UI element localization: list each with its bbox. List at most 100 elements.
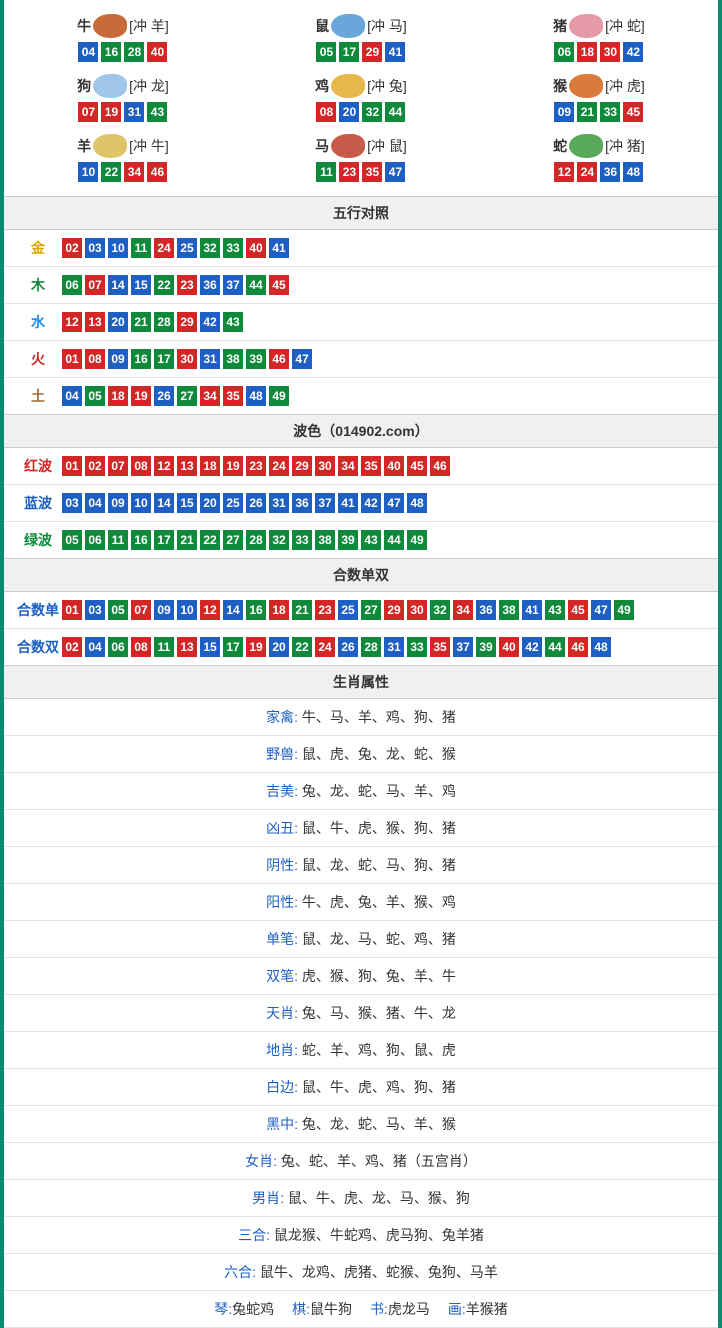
number-ball: 16 (131, 530, 151, 550)
number-ball: 19 (246, 637, 266, 657)
zodiac-clash: [冲 羊] (129, 16, 169, 36)
zodiac-name: 鼠 (315, 16, 329, 36)
zodiac-icon (93, 14, 127, 38)
row-label: 金 (14, 238, 62, 258)
row-label: 绿波 (14, 530, 62, 550)
attr-row: 凶丑: 鼠、牛、虎、猴、狗、猪 (4, 810, 718, 847)
zodiac-icon (331, 14, 365, 38)
number-ball: 34 (453, 600, 473, 620)
bose-table: 红波 0102070812131819232429303435404546 蓝波… (4, 448, 718, 558)
row-label: 红波 (14, 456, 62, 476)
number-ball: 44 (384, 530, 404, 550)
number-ball: 30 (600, 42, 620, 62)
number-ball: 09 (154, 600, 174, 620)
four-group: 琴:兔蛇鸡 (214, 1299, 274, 1319)
number-ball: 46 (568, 637, 588, 657)
number-ball: 41 (385, 42, 405, 62)
number-ball: 42 (200, 312, 220, 332)
number-ball: 24 (315, 637, 335, 657)
number-ball: 17 (339, 42, 359, 62)
number-ball: 24 (154, 238, 174, 258)
number-ball: 12 (62, 312, 82, 332)
zodiac-clash: [冲 猪] (605, 136, 645, 156)
number-ball: 26 (154, 386, 174, 406)
number-ball: 11 (108, 530, 128, 550)
number-ball: 18 (108, 386, 128, 406)
four-label: 棋: (292, 1301, 310, 1317)
zodiac-clash: [冲 龙] (129, 76, 169, 96)
ball-row: 05172941 (242, 42, 480, 62)
number-ball: 05 (62, 530, 82, 550)
zodiac-name: 蛇 (553, 136, 567, 156)
attr-value: 鼠、龙、蛇、马、狗、猪 (302, 857, 456, 873)
ball-row: 0103050709101214161821232527293032343638… (62, 600, 634, 620)
ball-row: 03040910141520252631363741424748 (62, 493, 427, 513)
attr-row: 家禽: 牛、马、羊、鸡、狗、猪 (4, 699, 718, 736)
section-heshu-header: 合数单双 (4, 558, 718, 592)
number-ball: 10 (131, 493, 151, 513)
number-ball: 02 (62, 238, 82, 258)
attr-label: 单笔: (266, 931, 298, 947)
attr-value: 牛、虎、兔、羊、猴、鸡 (302, 894, 456, 910)
number-ball: 44 (545, 637, 565, 657)
attr-label: 黑中: (266, 1116, 298, 1132)
zodiac-icon (331, 134, 365, 158)
section-wuxing-header: 五行对照 (4, 196, 718, 230)
number-ball: 15 (131, 275, 151, 295)
number-ball: 47 (384, 493, 404, 513)
number-ball: 34 (124, 162, 144, 182)
attr-row: 男肖: 鼠、牛、虎、龙、马、猴、狗 (4, 1180, 718, 1217)
number-ball: 27 (177, 386, 197, 406)
zodiac-clash: [冲 蛇] (605, 16, 645, 36)
table-row: 土 04051819262734354849 (4, 378, 718, 414)
attr-label: 吉美: (266, 783, 298, 799)
number-ball: 02 (85, 456, 105, 476)
attr-row: 黑中: 兔、龙、蛇、马、羊、猴 (4, 1106, 718, 1143)
number-ball: 25 (338, 600, 358, 620)
four-label: 书: (370, 1301, 388, 1317)
attrs-list: 家禽: 牛、马、羊、鸡、狗、猪 野兽: 鼠、虎、兔、龙、蛇、猴 吉美: 兔、龙、… (4, 699, 718, 1291)
attr-value: 鼠、虎、兔、龙、蛇、猴 (302, 746, 456, 762)
number-ball: 10 (177, 600, 197, 620)
number-ball: 13 (177, 637, 197, 657)
attr-value: 兔、龙、蛇、马、羊、猴 (302, 1116, 456, 1132)
number-ball: 04 (85, 637, 105, 657)
attr-row: 天肖: 兔、马、猴、猪、牛、龙 (4, 995, 718, 1032)
number-ball: 27 (361, 600, 381, 620)
number-ball: 29 (177, 312, 197, 332)
number-ball: 49 (614, 600, 634, 620)
number-ball: 28 (124, 42, 144, 62)
number-ball: 04 (62, 386, 82, 406)
ball-row: 06183042 (480, 42, 718, 62)
row-label: 合数双 (14, 637, 62, 657)
number-ball: 23 (177, 275, 197, 295)
number-ball: 42 (623, 42, 643, 62)
attr-row: 白边: 鼠、牛、虎、鸡、狗、猪 (4, 1069, 718, 1106)
zodiac-cell: 猴 [冲 虎] 09213345 (480, 68, 718, 128)
number-ball: 48 (591, 637, 611, 657)
attr-label: 白边: (266, 1079, 298, 1095)
zodiac-grid: 牛 [冲 羊] 04162840 鼠 [冲 马] 05172941 猪 [冲 蛇… (4, 0, 718, 196)
number-ball: 37 (453, 637, 473, 657)
four-group: 画:羊猴猪 (448, 1299, 508, 1319)
zodiac-name: 狗 (77, 76, 91, 96)
number-ball: 15 (177, 493, 197, 513)
attr-value: 兔、蛇、羊、鸡、猪（五宫肖） (281, 1153, 477, 1169)
table-row: 红波 0102070812131819232429303435404546 (4, 448, 718, 485)
number-ball: 09 (108, 349, 128, 369)
number-ball: 14 (108, 275, 128, 295)
number-ball: 44 (385, 102, 405, 122)
number-ball: 43 (361, 530, 381, 550)
ball-row: 0108091617303138394647 (62, 349, 312, 369)
zodiac-clash: [冲 牛] (129, 136, 169, 156)
number-ball: 24 (269, 456, 289, 476)
number-ball: 39 (338, 530, 358, 550)
number-ball: 29 (362, 42, 382, 62)
ball-row: 0204060811131517192022242628313335373940… (62, 637, 611, 657)
number-ball: 07 (131, 600, 151, 620)
number-ball: 13 (177, 456, 197, 476)
number-ball: 41 (338, 493, 358, 513)
number-ball: 23 (315, 600, 335, 620)
number-ball: 25 (177, 238, 197, 258)
attr-value: 鼠、龙、马、蛇、鸡、猪 (302, 931, 456, 947)
